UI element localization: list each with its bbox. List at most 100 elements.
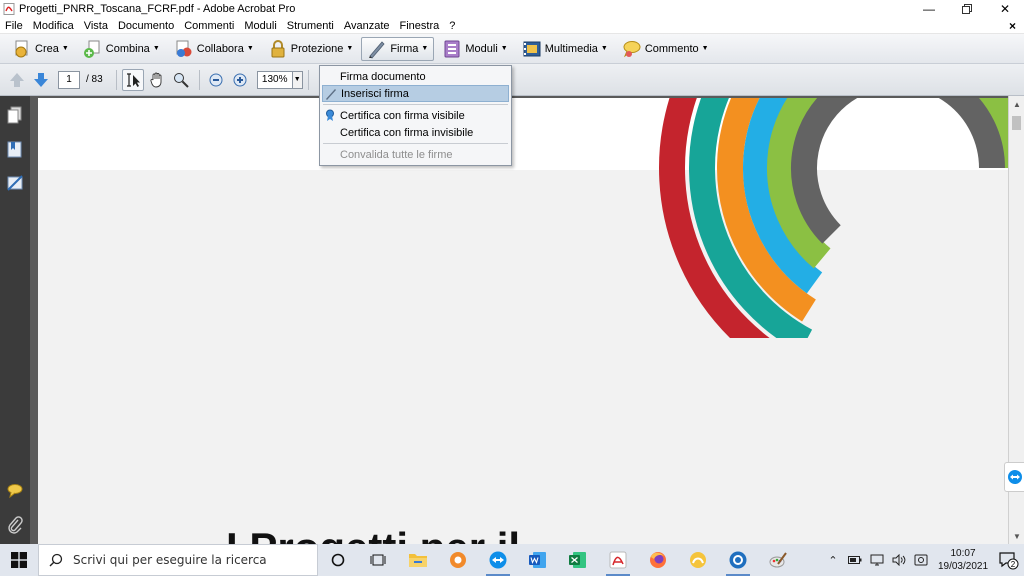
attachments-icon[interactable] — [6, 516, 24, 534]
network-icon[interactable] — [866, 544, 888, 576]
menu-documento[interactable]: Documento — [113, 20, 179, 32]
pen-icon — [369, 40, 385, 59]
comment-icon — [623, 40, 641, 57]
menu-item-firma-documento[interactable]: Firma documento — [320, 68, 511, 85]
menu-item-inserisci-firma[interactable]: Inserisci firma — [322, 85, 509, 102]
chevron-up-icon[interactable]: ⌃ — [822, 544, 844, 576]
menu-avanzate[interactable]: Avanzate — [339, 20, 395, 32]
menu-item-certifica-visibile[interactable]: Certifica con firma visibile — [320, 107, 511, 124]
pages-icon[interactable] — [6, 106, 24, 124]
menu-modifica[interactable]: Modifica — [28, 20, 79, 32]
clock-date: 19/03/2021 — [937, 561, 989, 572]
zoom-in-icon — [233, 73, 247, 86]
menu-item-certifica-invisibile[interactable]: Certifica con firma invisibile — [320, 124, 511, 141]
window-controls: — ✕ — [910, 0, 1024, 18]
page-number-input[interactable] — [58, 70, 80, 89]
zoom-dropdown-icon[interactable]: ▼ — [292, 70, 303, 89]
hand-icon — [150, 72, 162, 87]
comments-panel-icon[interactable] — [6, 482, 24, 500]
ribbon-icon — [326, 109, 334, 121]
zoom-level-input[interactable] — [256, 70, 293, 89]
zoom-out-button[interactable] — [205, 69, 227, 91]
taskbar-app-orange[interactable] — [438, 544, 478, 576]
taskbar-teamviewer[interactable] — [478, 544, 518, 576]
search-icon — [49, 553, 63, 567]
taskbar-clock[interactable]: 10:07 19/03/2021 — [932, 547, 994, 573]
multimedia-button[interactable]: Multimedia ▼ — [516, 37, 614, 61]
crea-button[interactable]: Crea ▼ — [6, 37, 75, 61]
chevron-down-icon: ▼ — [500, 45, 508, 52]
menu-commenti[interactable]: Commenti — [179, 20, 239, 32]
scroll-down-icon[interactable]: ▼ — [1009, 528, 1024, 544]
system-tray: ⌃ 10:07 19/03/2021 2 — [822, 544, 1024, 576]
folder-icon — [409, 554, 427, 567]
pdf-file-icon — [3, 3, 15, 15]
notification-count: 2 — [1011, 560, 1016, 569]
taskbar-app-blue[interactable] — [718, 544, 758, 576]
main-toolbar: Crea ▼ Combina ▼ Collabora ▼ Protezione … — [0, 34, 1024, 64]
teamviewer-side-badge[interactable] — [1004, 462, 1024, 492]
search-placeholder: Scrivi qui per eseguire la ricerca — [73, 553, 267, 567]
select-tool-button[interactable] — [121, 68, 144, 91]
create-pdf-icon — [15, 40, 28, 57]
firma-button[interactable]: Firma ▼ — [361, 36, 435, 61]
collabora-button[interactable]: Collabora ▼ — [168, 37, 260, 61]
menu-vista[interactable]: Vista — [79, 20, 113, 32]
collaborate-icon — [176, 40, 192, 57]
hand-tool-button[interactable] — [146, 69, 168, 91]
taskbar-firefox[interactable] — [638, 544, 678, 576]
menu-bar: File Modifica Vista Documento Commenti M… — [0, 18, 1024, 34]
speaker-icon[interactable] — [888, 544, 910, 576]
commento-button[interactable]: Commento ▼ — [616, 37, 715, 61]
protezione-button[interactable]: Protezione ▼ — [262, 37, 360, 61]
taskbar-acrobat[interactable] — [598, 544, 638, 576]
next-page-button[interactable] — [30, 69, 52, 91]
taskbar-word[interactable] — [518, 544, 558, 576]
pen-icon — [326, 89, 336, 100]
taskbar-paint[interactable] — [758, 544, 798, 576]
restore-icon[interactable] — [948, 0, 986, 18]
chevron-down-icon: ▼ — [152, 45, 160, 52]
window-title: Progetti_PNRR_Toscana_FCRF.pdf - Adobe A… — [19, 3, 296, 15]
previous-page-button[interactable] — [6, 69, 28, 91]
start-button[interactable] — [0, 544, 38, 576]
chevron-down-icon: ▼ — [61, 45, 69, 52]
document-viewport[interactable]: I Progetti per il — [30, 96, 1008, 544]
signatures-panel-icon[interactable] — [6, 174, 24, 192]
cortana-button[interactable] — [318, 544, 358, 576]
cortana-circle-icon — [331, 553, 345, 567]
menu-strumenti[interactable]: Strumenti — [282, 20, 339, 32]
menu-finestra[interactable]: Finestra — [395, 20, 445, 32]
arrow-up-icon — [10, 72, 24, 87]
scroll-thumb[interactable] — [1012, 116, 1021, 130]
marquee-zoom-button[interactable] — [170, 69, 192, 91]
moduli-button[interactable]: Moduli ▼ — [436, 37, 513, 61]
zoom-out-icon — [209, 73, 223, 86]
battery-icon[interactable] — [844, 544, 866, 576]
notification-icon: 2 — [999, 552, 1019, 570]
toolbar-divider — [115, 69, 117, 90]
scroll-up-icon[interactable]: ▲ — [1009, 96, 1024, 112]
chevron-down-icon: ▼ — [346, 45, 354, 52]
menu-moduli[interactable]: Moduli — [239, 20, 281, 32]
taskbar-file-explorer[interactable] — [398, 544, 438, 576]
taskbar-app-yellow[interactable] — [678, 544, 718, 576]
notification-center-button[interactable]: 2 — [994, 544, 1024, 576]
minimize-icon[interactable]: — — [910, 0, 948, 18]
task-view-button[interactable] — [358, 544, 398, 576]
menu-help[interactable]: ? — [444, 20, 460, 32]
blue-app-icon — [729, 551, 747, 569]
bookmarks-icon[interactable] — [6, 140, 24, 158]
clock-time: 10:07 — [950, 548, 976, 559]
keyboard-sync-icon[interactable] — [910, 544, 932, 576]
document-close-icon[interactable]: × — [1009, 19, 1016, 33]
taskbar-excel[interactable] — [558, 544, 598, 576]
close-icon[interactable]: ✕ — [986, 0, 1024, 18]
document-heading: I Progetti per il — [226, 524, 520, 544]
zoom-in-button[interactable] — [229, 69, 251, 91]
arrow-down-icon — [34, 72, 48, 87]
combina-button[interactable]: Combina ▼ — [77, 37, 166, 61]
menu-separator — [323, 143, 508, 144]
taskbar-search-box[interactable]: Scrivi qui per eseguire la ricerca — [38, 544, 318, 576]
menu-file[interactable]: File — [0, 20, 28, 32]
